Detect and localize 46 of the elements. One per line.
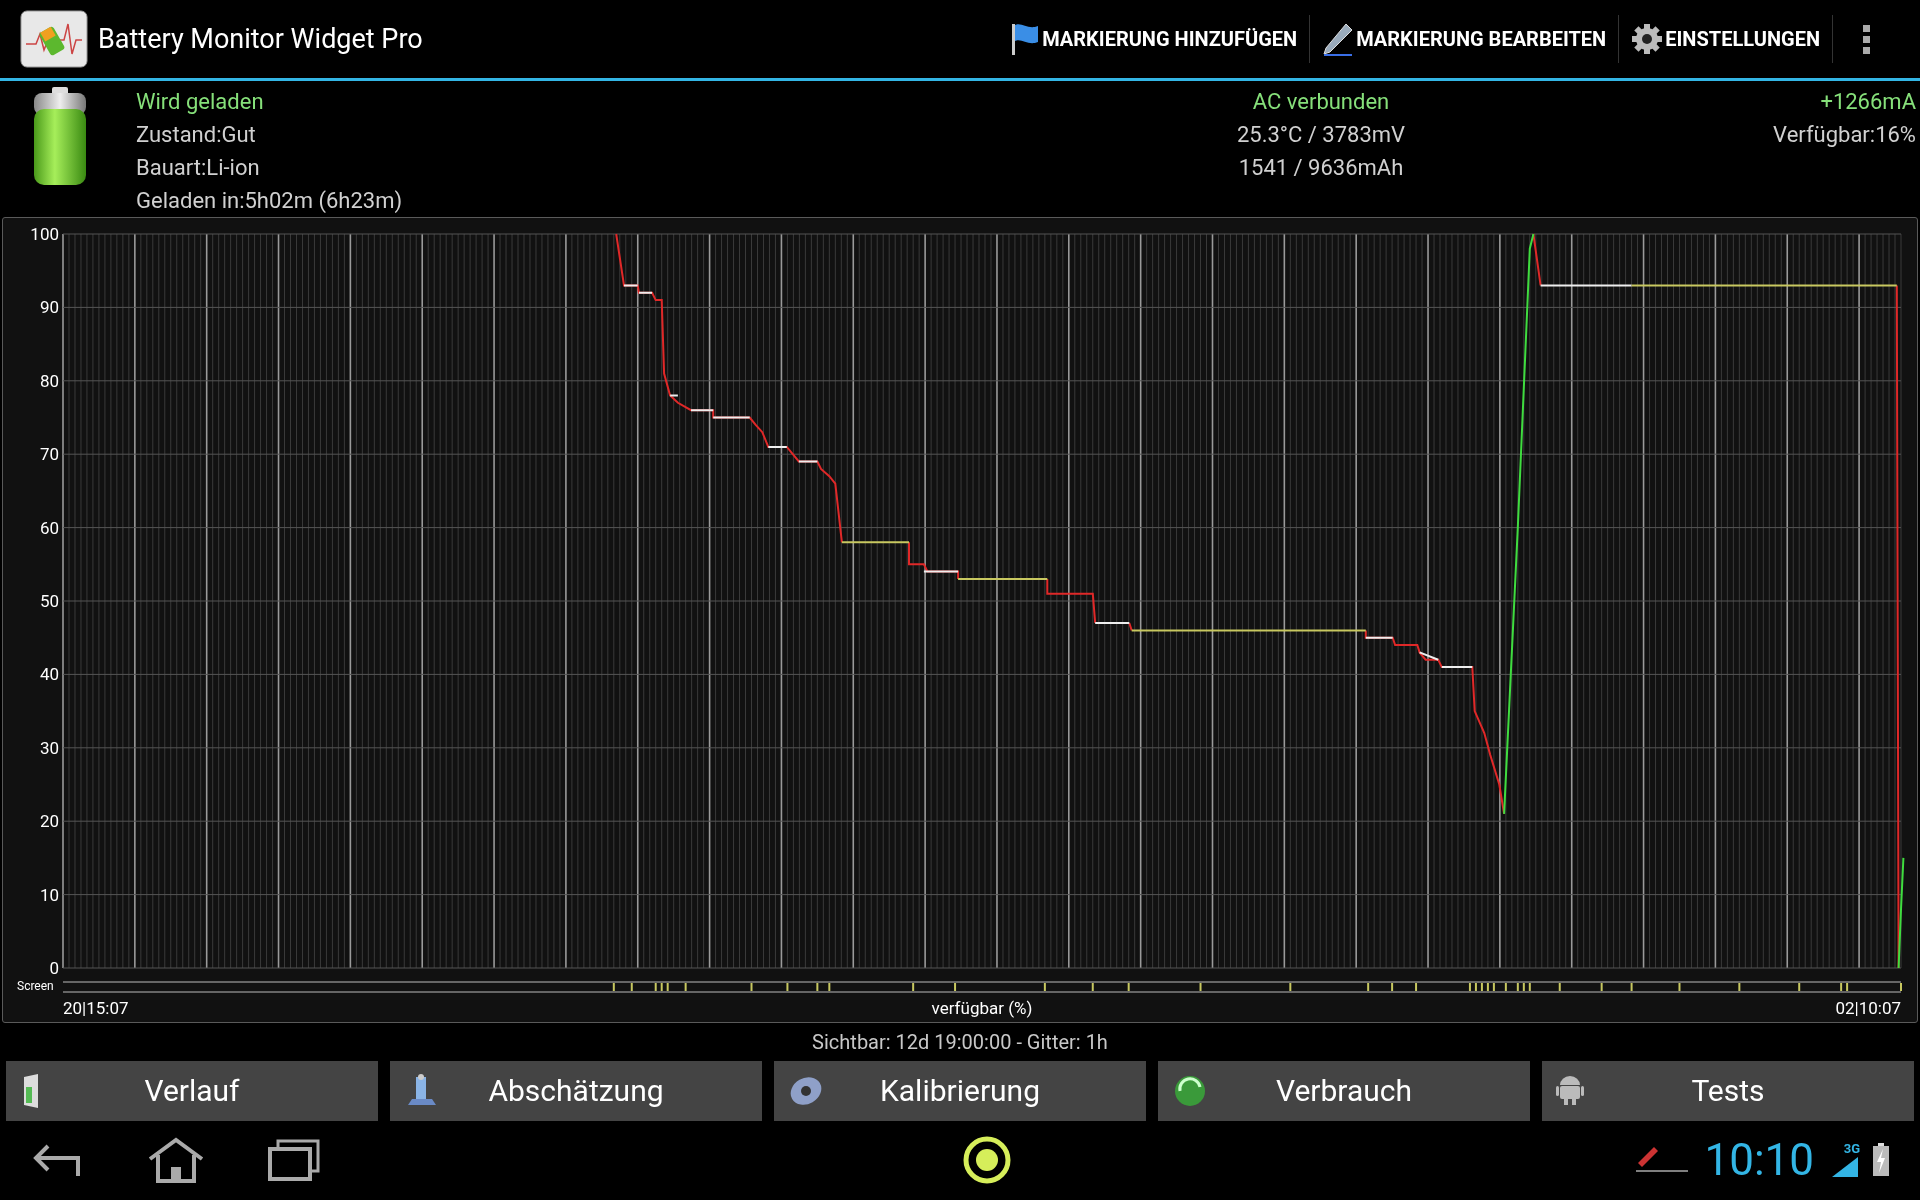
y-axis-label: 40 bbox=[39, 664, 59, 685]
x-axis-label: 20|15:07 bbox=[63, 998, 129, 1019]
battery-charging-icon bbox=[1872, 1143, 1890, 1178]
status-text: 1541 / 9636mAh bbox=[1238, 154, 1404, 183]
recent-apps-icon[interactable] bbox=[268, 1139, 320, 1182]
signal-icon bbox=[1830, 1154, 1860, 1179]
y-axis-label: 20 bbox=[39, 811, 59, 832]
pen-icon bbox=[1322, 22, 1355, 57]
tab-button[interactable]: Tests bbox=[1542, 1061, 1914, 1121]
screen-strip-label: Screen bbox=[17, 979, 54, 994]
app-icon[interactable] bbox=[20, 10, 88, 69]
y-axis-label: 30 bbox=[39, 738, 59, 759]
x-axis-title: verfügbar (%) bbox=[931, 998, 1033, 1019]
flag-icon bbox=[1010, 22, 1041, 57]
app-title: Battery Monitor Widget Pro bbox=[98, 21, 423, 57]
status-text: +1266mA bbox=[1820, 88, 1916, 117]
status-text: Bauart:Li-ion bbox=[136, 154, 261, 183]
action-button[interactable]: EINSTELLUNGEN bbox=[1619, 9, 1832, 70]
action-button[interactable]: MARKIERUNG HINZUFÜGEN bbox=[998, 9, 1310, 70]
y-axis-label: 50 bbox=[39, 591, 59, 612]
robot-icon bbox=[1556, 1073, 1584, 1106]
y-axis-label: 80 bbox=[39, 371, 59, 392]
y-axis-label: 90 bbox=[39, 297, 59, 318]
y-axis-label: 70 bbox=[39, 444, 59, 465]
y-axis-label: 100 bbox=[30, 224, 59, 245]
settings-icon bbox=[1631, 23, 1664, 56]
x-axis-label: 02|10:07 bbox=[1835, 998, 1901, 1019]
status-text: Geladen in:5h02m (6h23m) bbox=[136, 187, 404, 216]
tab-button[interactable]: Verbrauch bbox=[1158, 1061, 1530, 1121]
tab-button[interactable]: Verlauf bbox=[6, 1061, 378, 1121]
status-text: AC verbunden bbox=[1252, 88, 1390, 117]
clock: 10:10 bbox=[1704, 1138, 1814, 1183]
visible-range-label: Sichtbar: 12d 19:00:00 - Gitter: 1h bbox=[812, 1029, 1108, 1057]
tab-button[interactable]: Kalibrierung bbox=[774, 1061, 1146, 1121]
target-icon[interactable] bbox=[962, 1135, 1013, 1186]
status-text: Zustand:Gut bbox=[136, 121, 257, 150]
status-text: 25.3°C / 3783mV bbox=[1236, 121, 1406, 150]
y-axis-label: 0 bbox=[49, 958, 59, 979]
y-axis-label: 60 bbox=[39, 518, 59, 538]
status-text: Verfügbar:16% bbox=[1773, 121, 1916, 150]
action-button[interactable]: MARKIERUNG BEARBEITEN bbox=[1310, 9, 1619, 70]
home-icon[interactable] bbox=[146, 1137, 206, 1184]
network-type-label: 3G bbox=[1843, 1141, 1860, 1155]
y-axis-label: 10 bbox=[39, 885, 59, 905]
status-text: Wird geladen bbox=[136, 88, 265, 117]
tab-button[interactable]: Abschätzung bbox=[390, 1061, 762, 1121]
